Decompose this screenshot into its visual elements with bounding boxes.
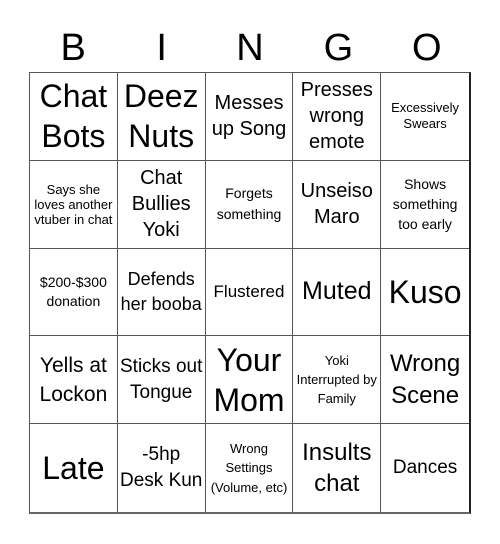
bingo-cell[interactable]: Late xyxy=(30,424,118,512)
bingo-cell[interactable]: Wrong Settings (Volume, etc) xyxy=(206,424,294,512)
cell-label: Defends her booba xyxy=(120,268,202,314)
cell-label: Dances xyxy=(392,457,458,479)
bingo-cell[interactable]: $200-$300 donation xyxy=(30,248,118,337)
cell-label: Excessively Swears xyxy=(391,100,460,132)
bingo-grid: Chat Bots Deez Nuts Messes up Song Press… xyxy=(29,72,471,514)
cell-label: Late xyxy=(42,450,105,487)
cell-label: -5hp Desk Kun xyxy=(120,444,203,492)
bingo-cell[interactable]: Kuso xyxy=(381,249,469,337)
bingo-cell[interactable]: Chat Bullies Yoki xyxy=(117,160,206,249)
bingo-cell[interactable]: Your Mom xyxy=(205,336,294,425)
cell-label: Presses wrong emote xyxy=(300,79,373,154)
bingo-header: B I N G O xyxy=(29,24,471,72)
cell-label: Your Mom xyxy=(213,341,285,418)
cell-label: Forgets something xyxy=(216,185,282,223)
cell-label: Deez Nuts xyxy=(123,78,199,155)
bingo-cell[interactable]: Unseiso Maro xyxy=(293,160,382,249)
bingo-cell[interactable]: Excessively Swears xyxy=(381,73,469,161)
bingo-cell[interactable]: Flustered xyxy=(205,248,294,337)
header-letter-o: O xyxy=(412,27,442,69)
bingo-cell[interactable]: Shows something too early xyxy=(381,161,469,249)
cell-label: Wrong Settings (Volume, etc) xyxy=(210,440,288,495)
cell-label: Insults chat xyxy=(302,439,372,498)
cell-label: Unseiso Maro xyxy=(300,180,373,229)
bingo-cell[interactable]: Yoki Interrupted by Family xyxy=(293,336,382,425)
bingo-cell[interactable]: Chat Bots xyxy=(30,73,118,161)
bingo-cell[interactable]: Deez Nuts xyxy=(117,73,206,161)
bingo-cell[interactable]: Defends her booba xyxy=(117,248,206,337)
bingo-cell[interactable]: -5hp Desk Kun xyxy=(118,424,206,512)
bingo-cell[interactable]: Sticks out Tongue xyxy=(117,336,206,425)
bingo-cell[interactable]: Wrong Scene xyxy=(381,336,469,425)
header-letter-b: B xyxy=(60,27,86,69)
bingo-cell[interactable]: Says she loves another vtuber in chat xyxy=(30,160,118,249)
header-letter-n: N xyxy=(236,27,264,69)
header-letter-g: G xyxy=(323,27,354,69)
header-letter-i: I xyxy=(156,27,167,69)
bingo-cell[interactable]: Forgets something xyxy=(205,160,294,249)
bingo-cell[interactable]: Yells at Lockon xyxy=(30,336,118,425)
cell-label: Chat Bullies Yoki xyxy=(131,167,191,242)
bingo-cell[interactable]: Messes up Song xyxy=(205,73,294,161)
cell-label: Kuso xyxy=(388,273,462,310)
bingo-cell[interactable]: Presses wrong emote xyxy=(293,73,382,161)
cell-label: Messes up Song xyxy=(211,92,287,141)
cell-label: Says she loves another vtuber in chat xyxy=(34,181,113,227)
bingo-cell[interactable]: Muted xyxy=(293,248,382,337)
cell-label: Flustered xyxy=(213,281,285,301)
cell-label: Sticks out Tongue xyxy=(120,355,203,403)
cell-label: Yoki Interrupted by Family xyxy=(296,353,377,407)
cell-label: Shows something too early xyxy=(392,176,458,233)
bingo-cell[interactable]: Insults chat xyxy=(293,424,382,512)
cell-label: Muted xyxy=(302,277,372,306)
cell-label: Chat Bots xyxy=(39,78,108,155)
cell-label: $200-$300 donation xyxy=(39,273,107,309)
cell-label: Wrong Scene xyxy=(389,349,461,409)
bingo-cell[interactable]: Dances xyxy=(381,424,469,512)
cell-label: Yells at Lockon xyxy=(39,353,108,406)
